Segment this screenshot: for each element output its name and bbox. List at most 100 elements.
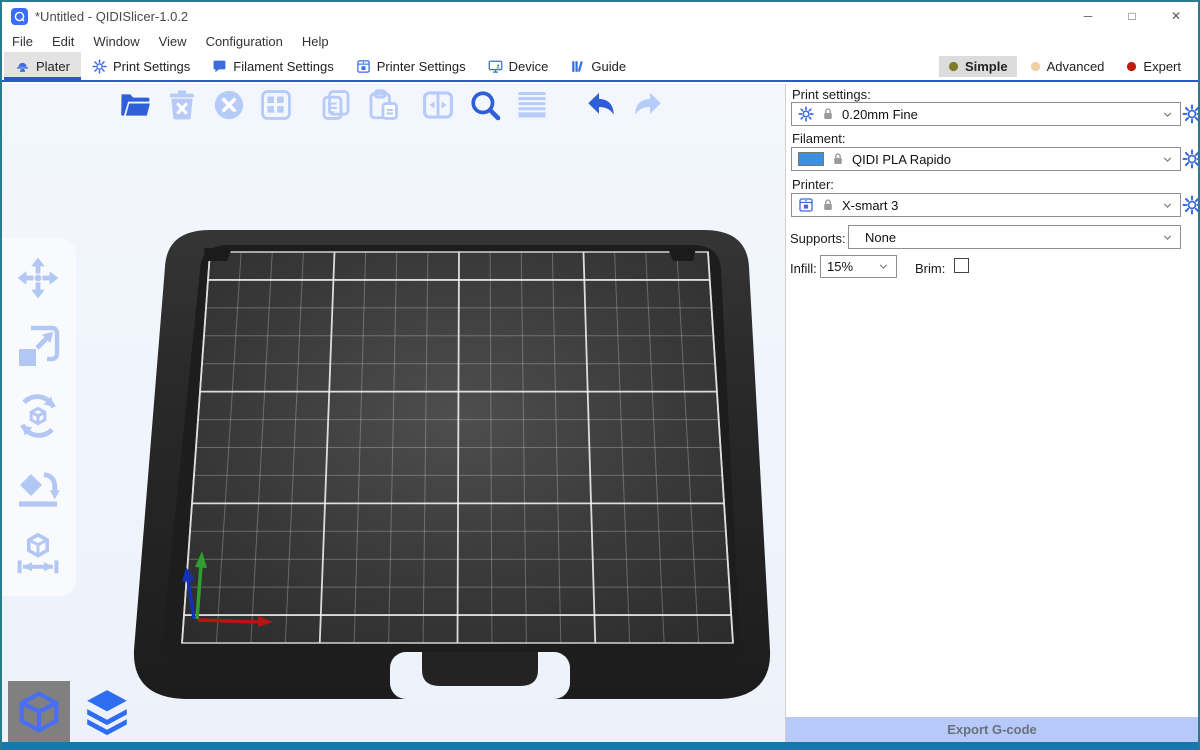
view-mode-toggle <box>8 681 138 743</box>
mode-simple[interactable]: Simple <box>939 56 1017 77</box>
chevron-down-icon <box>1161 199 1174 212</box>
window-bottom-border <box>2 742 1198 750</box>
search-icon <box>468 88 502 122</box>
chevron-down-icon <box>877 260 890 273</box>
printer-select[interactable]: X-smart 3 <box>791 193 1181 217</box>
printer-gear-button[interactable] <box>1182 195 1200 215</box>
gear-icon <box>1182 104 1200 124</box>
menu-file[interactable]: File <box>12 34 33 49</box>
paste-button[interactable] <box>364 85 402 125</box>
undo-icon <box>584 88 618 122</box>
arrange-icon <box>259 88 293 122</box>
measure-button[interactable] <box>12 528 64 580</box>
app-logo-icon <box>11 8 28 25</box>
tab-bar: Plater Print Settings Filament Settings … <box>2 52 1198 82</box>
settings-panel: Print settings: 0.20mm Fine Filament: QI… <box>785 84 1198 742</box>
brim-checkbox[interactable] <box>954 258 969 273</box>
filament-gear-button[interactable] <box>1182 149 1200 169</box>
window-title: *Untitled - QIDISlicer-1.0.2 <box>35 9 188 24</box>
chevron-down-icon <box>1161 153 1174 166</box>
tab-guide[interactable]: Guide <box>559 52 637 80</box>
tab-printer-settings[interactable]: Printer Settings <box>345 52 477 80</box>
infill-label: Infill: <box>790 261 817 276</box>
filament-label: Filament: <box>792 131 845 146</box>
printer-icon <box>356 59 371 74</box>
gear-icon <box>92 59 107 74</box>
menu-help[interactable]: Help <box>302 34 329 49</box>
split-objects-icon <box>421 88 455 122</box>
copy-button[interactable] <box>317 85 355 125</box>
preview-layers-view-button[interactable] <box>76 681 138 743</box>
simple-dot-icon <box>948 61 959 72</box>
mode-switcher: Simple Advanced Expert <box>939 52 1198 80</box>
plater-icon <box>15 59 30 74</box>
variable-layer-height-icon <box>515 88 549 122</box>
measure-icon <box>14 530 62 578</box>
guide-books-icon <box>570 59 585 74</box>
cube-3d-icon <box>16 689 62 735</box>
print-settings-label: Print settings: <box>792 87 871 102</box>
rotate-button[interactable] <box>12 390 64 442</box>
delete-icon <box>165 88 199 122</box>
object-manipulation-toolbar <box>2 238 76 596</box>
chevron-down-icon <box>1161 231 1174 244</box>
move-icon <box>14 254 62 302</box>
filament-color-swatch <box>798 152 824 166</box>
move-button[interactable] <box>12 252 64 304</box>
menu-edit[interactable]: Edit <box>52 34 74 49</box>
menu-configuration[interactable]: Configuration <box>206 34 283 49</box>
window-controls: ─ □ ✕ <box>1066 2 1198 30</box>
infill-select[interactable]: 15% <box>820 255 897 278</box>
editor-3d-view-button[interactable] <box>8 681 70 743</box>
print-settings-select[interactable]: 0.20mm Fine <box>791 102 1181 126</box>
maximize-button[interactable]: □ <box>1110 2 1154 30</box>
close-button[interactable]: ✕ <box>1154 2 1198 30</box>
gear-icon <box>798 106 814 122</box>
menu-bar: File Edit Window View Configuration Help <box>2 30 1198 52</box>
redo-icon <box>631 88 665 122</box>
copy-icon <box>319 88 353 122</box>
open-button[interactable] <box>116 85 154 125</box>
mode-expert[interactable]: Expert <box>1117 56 1190 77</box>
rotate-icon <box>14 392 62 440</box>
menu-view[interactable]: View <box>159 34 187 49</box>
chevron-down-icon <box>1161 108 1174 121</box>
scale-icon <box>14 323 62 371</box>
delete-all-button[interactable] <box>210 85 248 125</box>
filament-select[interactable]: QIDI PLA Rapido <box>791 147 1181 171</box>
mode-advanced[interactable]: Advanced <box>1021 56 1114 77</box>
supports-label: Supports: <box>790 231 846 246</box>
open-icon <box>118 88 152 122</box>
advanced-dot-icon <box>1030 61 1041 72</box>
export-gcode-button[interactable]: Export G-code <box>786 717 1198 742</box>
search-button[interactable] <box>466 85 504 125</box>
tab-plater[interactable]: Plater <box>4 52 81 80</box>
redo-button[interactable] <box>629 85 667 125</box>
print-bed <box>120 215 780 717</box>
device-monitor-icon <box>488 59 503 74</box>
variable-layer-height-button[interactable] <box>513 85 551 125</box>
tab-print-settings[interactable]: Print Settings <box>81 52 201 80</box>
printer-icon <box>798 197 814 213</box>
title-bar: *Untitled - QIDISlicer-1.0.2 ─ □ ✕ <box>2 2 1198 30</box>
tab-device[interactable]: Device <box>477 52 560 80</box>
lock-icon <box>821 198 835 212</box>
tab-filament-settings[interactable]: Filament Settings <box>201 52 344 80</box>
scale-button[interactable] <box>12 321 64 373</box>
supports-select[interactable]: None <box>848 225 1181 249</box>
gear-icon <box>1182 149 1200 169</box>
place-on-face-button[interactable] <box>12 459 64 511</box>
lock-icon <box>831 152 845 166</box>
brim-label: Brim: <box>915 261 945 276</box>
place-on-face-icon <box>14 461 62 509</box>
print-settings-gear-button[interactable] <box>1182 104 1200 124</box>
delete-button[interactable] <box>163 85 201 125</box>
split-objects-button[interactable] <box>419 85 457 125</box>
menu-window[interactable]: Window <box>93 34 139 49</box>
filament-bubble-icon <box>212 59 227 74</box>
undo-button[interactable] <box>582 85 620 125</box>
arrange-button[interactable] <box>257 85 295 125</box>
layers-icon <box>82 687 132 737</box>
minimize-button[interactable]: ─ <box>1066 2 1110 30</box>
main-toolbar <box>116 85 667 125</box>
